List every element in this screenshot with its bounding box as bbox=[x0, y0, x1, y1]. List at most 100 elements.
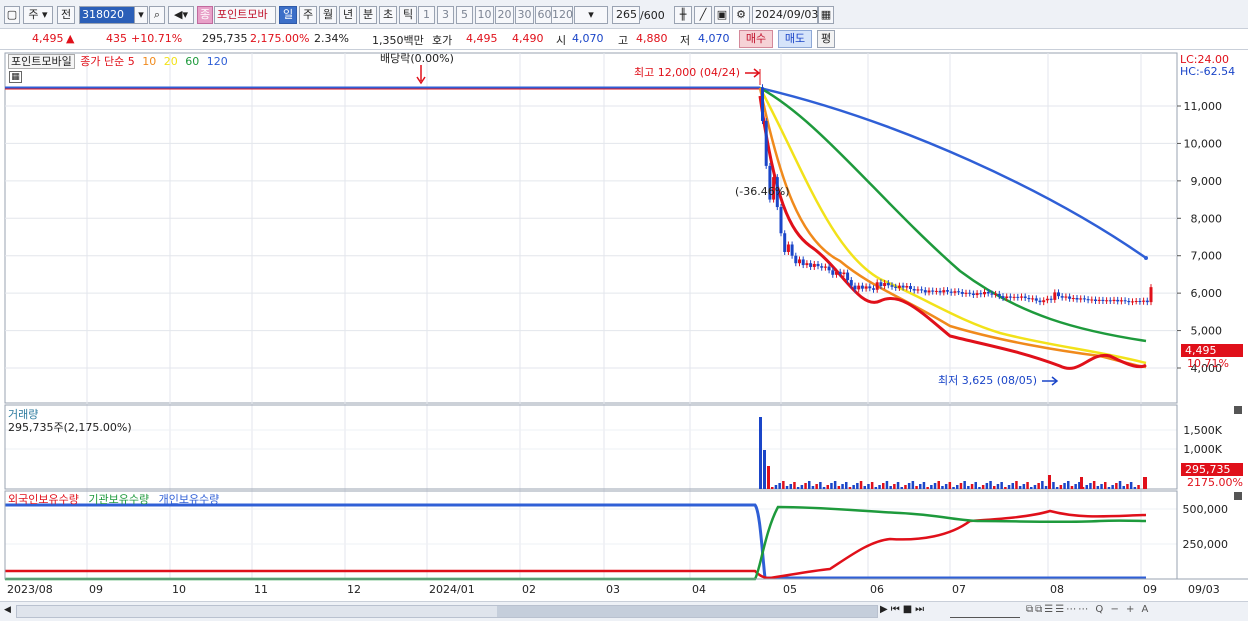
indiv-holdings-line bbox=[5, 503, 1146, 580]
price-tick-label: 7,000 bbox=[1191, 250, 1223, 263]
code-dropdown-icon[interactable]: ▾ bbox=[134, 6, 148, 24]
type-select[interactable]: 주 ▾ bbox=[23, 6, 53, 24]
candle-body bbox=[1008, 296, 1012, 298]
volume-bar bbox=[771, 487, 774, 489]
volume-bar bbox=[985, 483, 989, 489]
zoom-slider[interactable] bbox=[950, 604, 1020, 618]
period-week-tab[interactable]: 주 bbox=[299, 6, 317, 24]
candle-body bbox=[1149, 287, 1153, 303]
candle-body bbox=[1112, 299, 1116, 302]
candle-body bbox=[909, 286, 912, 290]
open-label: 시 bbox=[556, 34, 567, 47]
buy-button[interactable]: 매수 bbox=[739, 30, 773, 48]
candle-body bbox=[857, 285, 861, 290]
price-change: 435 bbox=[106, 32, 127, 45]
volume-bar bbox=[911, 481, 915, 489]
scroll-track[interactable] bbox=[16, 605, 878, 618]
candle-body bbox=[979, 293, 983, 295]
period-year-tab[interactable]: 년 bbox=[339, 6, 357, 24]
candle-body bbox=[1142, 300, 1146, 302]
calendar-icon[interactable]: ▦ bbox=[818, 6, 834, 24]
volume-bar bbox=[774, 485, 778, 489]
gear-icon[interactable]: ⚙ bbox=[732, 6, 750, 24]
candle-body bbox=[1053, 292, 1057, 300]
volume-bar bbox=[1048, 475, 1051, 489]
candle-body bbox=[1023, 296, 1027, 299]
period-min-tab[interactable]: 분 bbox=[359, 6, 377, 24]
candle-body bbox=[905, 286, 909, 288]
count-input[interactable]: 265 bbox=[612, 6, 640, 24]
price-tick-label: 11,000 bbox=[1184, 100, 1223, 113]
foreign-holdings-legend: 외국인보유수량 bbox=[8, 493, 79, 506]
code-input[interactable]: 318020 bbox=[79, 6, 135, 24]
candle-body bbox=[779, 207, 783, 234]
price-legend: 포인트모바일 종가 단순 5 10 20 60 120 bbox=[8, 53, 228, 69]
interval-30[interactable]: 30 bbox=[515, 6, 534, 24]
hc-label: HC:-62.54 bbox=[1180, 65, 1236, 78]
candle-type-icon[interactable]: ╫ bbox=[674, 6, 692, 24]
volume-bar bbox=[778, 483, 781, 489]
candle-body bbox=[764, 120, 768, 166]
sell-button[interactable]: 매도 bbox=[778, 30, 812, 48]
period-day-tab[interactable]: 일 bbox=[279, 6, 297, 24]
stock-name[interactable]: 포인트모바 bbox=[214, 6, 276, 24]
interval-5[interactable]: 5 bbox=[456, 6, 473, 24]
volume-bar bbox=[830, 483, 833, 489]
scroll-thumb[interactable] bbox=[497, 606, 877, 617]
sound-icon[interactable]: ◀▾ bbox=[168, 6, 194, 24]
volume-bar bbox=[944, 484, 948, 489]
volume-bar bbox=[882, 483, 885, 489]
candle-body bbox=[1105, 300, 1109, 302]
volume-bar bbox=[1018, 486, 1022, 489]
volume-bar bbox=[1007, 485, 1011, 489]
volume-bar bbox=[889, 486, 892, 489]
candle-body bbox=[1131, 301, 1134, 303]
x-tick-label: 06 bbox=[870, 583, 884, 596]
volume-bar bbox=[978, 487, 981, 489]
period-sec-tab[interactable]: 초 bbox=[379, 6, 397, 24]
interval-10[interactable]: 10 bbox=[475, 6, 494, 24]
candle-body bbox=[872, 288, 875, 290]
period-month-tab[interactable]: 월 bbox=[319, 6, 337, 24]
stock-legend[interactable]: 포인트모바일 bbox=[8, 54, 75, 69]
search-icon[interactable]: ⌕ bbox=[149, 6, 165, 24]
prev-button[interactable]: 전 bbox=[57, 6, 75, 24]
volume-bar bbox=[1096, 486, 1100, 489]
chart-area[interactable]: 2023/08 09 10 11 12 2024/01 02 03 04 05 06 07 08 09 09… bbox=[0, 51, 1248, 601]
period-tick-tab[interactable]: 틱 bbox=[399, 6, 417, 24]
date-input[interactable]: 2024/09/03 bbox=[752, 6, 818, 24]
draw-tool-icon[interactable]: ╱ bbox=[694, 6, 712, 24]
interval-120[interactable]: 120 bbox=[551, 6, 573, 24]
candle-body bbox=[1108, 300, 1112, 302]
volume-bar bbox=[1041, 481, 1044, 489]
candle-body bbox=[1116, 299, 1120, 302]
window-icon[interactable]: ▢ bbox=[4, 6, 20, 24]
count-total: /600 bbox=[640, 9, 665, 22]
x-tick-label: 07 bbox=[952, 583, 966, 596]
interval-20[interactable]: 20 bbox=[495, 6, 514, 24]
interval-3[interactable]: 3 bbox=[437, 6, 454, 24]
view-tools[interactable]: ⧉⧉☰☰⋯⋯ Q − + A bbox=[1026, 604, 1150, 615]
candle-body bbox=[809, 263, 813, 267]
candle-body bbox=[1086, 299, 1090, 301]
eval-button[interactable]: 평 bbox=[817, 30, 835, 48]
candle-body bbox=[949, 291, 953, 293]
table-icon[interactable]: ▦ bbox=[9, 71, 22, 83]
custom-interval-select[interactable]: ▾ bbox=[574, 6, 608, 24]
candle-body bbox=[1090, 299, 1094, 301]
candle-body bbox=[842, 272, 846, 275]
high-note: 최고 12,000 (04/24) bbox=[634, 66, 740, 79]
candle-body bbox=[1094, 299, 1097, 302]
candle-body bbox=[990, 293, 994, 295]
scroll-left-icon[interactable]: ◀ bbox=[4, 605, 14, 618]
volume-bar bbox=[800, 485, 804, 489]
chart-canvas[interactable]: 2023/08 09 10 11 12 2024/01 02 03 04 05 06 07 08 09 09… bbox=[0, 51, 1248, 601]
candle-body bbox=[1134, 301, 1138, 303]
save-icon[interactable]: ▣ bbox=[714, 6, 730, 24]
candle-body bbox=[801, 259, 805, 266]
playback-controls[interactable]: ▶⏮■⏭ bbox=[880, 604, 927, 615]
last-pct-tag: 10.71% bbox=[1187, 357, 1229, 370]
volume-bar bbox=[956, 485, 959, 489]
volume-bar bbox=[922, 482, 926, 489]
interval-1[interactable]: 1 bbox=[418, 6, 435, 24]
